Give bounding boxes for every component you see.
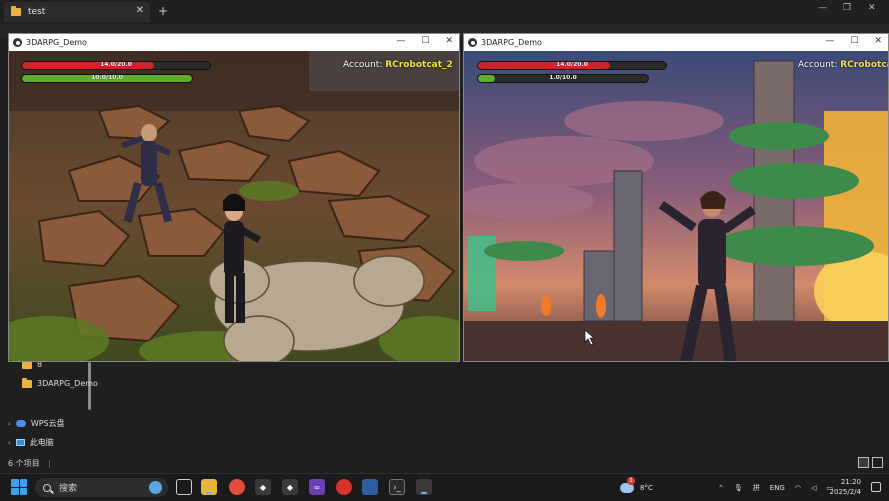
health-bar: 14.0/20.0 <box>477 61 667 70</box>
file-explorer-icon[interactable] <box>201 479 217 495</box>
add-tab-icon[interactable]: + <box>158 4 168 18</box>
maximize-icon[interactable]: ☐ <box>850 36 858 46</box>
microphone-icon[interactable]: 🎙︎ <box>734 484 743 492</box>
close-window-icon[interactable]: ✕ <box>874 36 882 46</box>
folder-icon <box>11 6 21 16</box>
wifi-icon[interactable]: ◠ <box>795 484 801 492</box>
nav-item-label: WPS云盘 <box>30 419 65 428</box>
close-tab-icon[interactable]: ✕ <box>136 5 144 16</box>
explorer-tab[interactable]: test ✕ <box>4 2 150 22</box>
task-view-icon[interactable] <box>176 479 192 495</box>
maximize-icon[interactable]: ❐ <box>843 3 851 13</box>
window-title: 3DARPG_Demo <box>26 38 87 47</box>
maximize-icon[interactable]: ☐ <box>421 36 429 46</box>
account-name: RCrobotcat <box>840 60 888 70</box>
mana-text: 10.0/10.0 <box>91 74 123 81</box>
game-window-left[interactable]: 3DARPG_Demo — ☐ ✕ 14.0/20.0 10.0/10.0 Ac… <box>8 33 460 362</box>
minimize-icon[interactable]: — <box>825 36 834 46</box>
mana-bar: 1.0/10.0 <box>477 74 649 83</box>
account-display: Account: RCrobotcat_2 <box>343 60 453 70</box>
ime-mode-icon[interactable]: 拼 <box>753 483 760 493</box>
language-indicator[interactable]: ENG <box>770 484 785 492</box>
weather-badge: 1 <box>627 476 635 485</box>
unity-hub-icon[interactable]: ◆ <box>255 479 271 495</box>
chevron-right-icon[interactable]: › <box>8 420 11 428</box>
chrome-icon[interactable] <box>229 479 245 495</box>
search-placeholder: 搜索 <box>59 484 78 494</box>
game-titlebar[interactable]: 3DARPG_Demo — ☐ ✕ <box>464 34 888 51</box>
account-display: Account: RCrobotcat <box>798 60 888 70</box>
status-divider: | <box>48 459 51 468</box>
account-name: RCrobotcat_2 <box>385 60 453 70</box>
weather-icon: 1 <box>620 476 635 493</box>
mana-bar: 10.0/10.0 <box>21 74 193 83</box>
visual-studio-icon[interactable]: ∞ <box>309 479 325 495</box>
search-icon <box>43 483 51 492</box>
clock[interactable]: 21:20 2025/2/4 <box>830 477 861 497</box>
item-count: 6 个项目 <box>8 459 40 468</box>
window-title: 3DARPG_Demo <box>481 38 542 47</box>
view-switcher <box>858 457 883 468</box>
game-scene <box>464 51 888 361</box>
health-text: 14.0/20.0 <box>100 61 132 68</box>
unity-editor-icon[interactable]: ◆ <box>282 479 298 495</box>
tiles-view-icon[interactable] <box>872 457 883 468</box>
nav-item-wps-cloud[interactable]: › WPS云盘 <box>8 418 65 429</box>
volume-icon[interactable]: ◁ <box>811 484 816 492</box>
weather-widget[interactable]: 1 8°C <box>620 474 653 501</box>
health-bar: 14.0/20.0 <box>21 61 211 70</box>
unity-icon <box>468 38 477 47</box>
close-window-icon[interactable]: ✕ <box>445 36 453 46</box>
minimize-icon[interactable]: — <box>396 36 405 46</box>
game-viewport[interactable]: 14.0/20.0 10.0/10.0 Account: RCrobotcat_… <box>9 51 459 361</box>
chevron-up-icon[interactable]: ⌃ <box>718 484 724 492</box>
app-icon[interactable] <box>362 479 378 495</box>
folder-icon <box>22 377 32 388</box>
game-scene <box>9 51 459 361</box>
clock-date: 2025/2/4 <box>829 488 861 496</box>
system-tray: ⌃ 🎙︎ 拼 ENG ◠ ◁ ▭ <box>718 474 833 501</box>
explorer-tab-bar: test ✕ + — ❐ ✕ <box>0 0 889 24</box>
account-label: Account: <box>343 60 383 70</box>
nav-item-label: 3DARPG_Demo <box>37 379 98 388</box>
explorer-tab-title: test <box>28 7 46 17</box>
account-label: Account: <box>798 60 838 70</box>
game-window-right[interactable]: 3DARPG_Demo — ☐ ✕ 14.0/20.0 1.0/10.0 Acc… <box>463 33 889 362</box>
health-text: 14.0/20.0 <box>556 61 588 68</box>
game-titlebar[interactable]: 3DARPG_Demo — ☐ ✕ <box>9 34 459 51</box>
netease-music-icon[interactable] <box>336 479 352 495</box>
details-view-icon[interactable] <box>858 457 869 468</box>
mana-text: 1.0/10.0 <box>549 74 577 81</box>
computer-icon <box>15 439 25 446</box>
game-app-icon[interactable] <box>416 479 432 495</box>
terminal-icon[interactable]: ›_ <box>389 479 405 495</box>
nav-item-label: 此电脑 <box>29 438 54 447</box>
game-viewport[interactable]: 14.0/20.0 1.0/10.0 Account: RCrobotcat <box>464 51 888 361</box>
nav-item-3darpg-demo[interactable]: 3DARPG_Demo <box>22 377 98 388</box>
minimize-icon[interactable]: — <box>818 3 827 13</box>
chevron-right-icon[interactable]: › <box>8 439 11 447</box>
close-window-icon[interactable]: ✕ <box>868 3 876 13</box>
nav-item-this-pc[interactable]: › 此电脑 <box>8 437 54 448</box>
taskbar-search[interactable]: 搜索 <box>35 478 168 497</box>
clock-time: 21:20 <box>840 478 861 486</box>
start-button[interactable] <box>11 479 27 495</box>
taskbar: 搜索 ◆ ◆ ∞ ›_ 1 8°C ⌃ 🎙︎ 拼 ENG ◠ ◁ ▭ 21:20… <box>0 473 889 500</box>
notification-icon[interactable] <box>871 482 881 492</box>
unity-icon <box>13 38 22 47</box>
status-bar: 6 个项目 | <box>8 458 51 469</box>
cloud-icon <box>15 420 26 427</box>
weather-temp: 8°C <box>640 483 653 492</box>
search-highlight-icon[interactable] <box>149 481 162 494</box>
